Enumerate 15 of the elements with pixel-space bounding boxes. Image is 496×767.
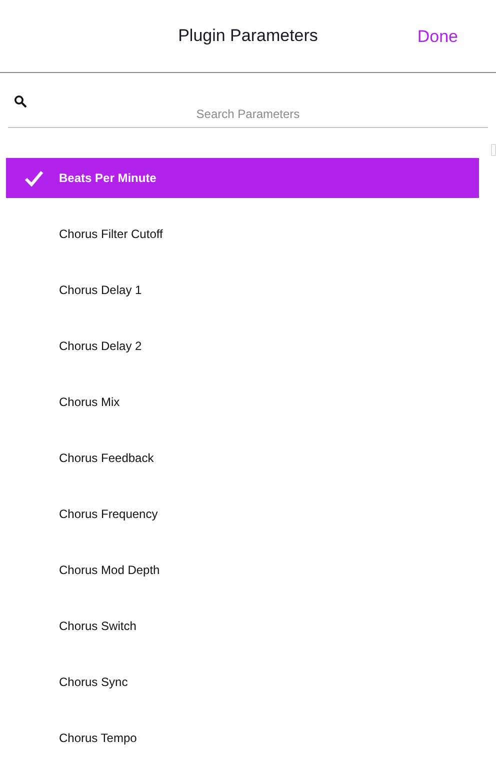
checkmark-icon (24, 168, 44, 188)
parameter-item[interactable]: Chorus Mod Depth (6, 550, 479, 590)
parameter-item[interactable]: Chorus Feedback (6, 438, 479, 478)
parameter-item[interactable]: Chorus Tempo (6, 718, 479, 758)
parameter-item[interactable]: Chorus Switch (6, 606, 479, 646)
parameter-item[interactable]: Chorus Sync (6, 662, 479, 702)
scroll-indicator (491, 144, 496, 156)
parameter-item[interactable]: Chorus Filter Cutoff (6, 214, 479, 254)
done-button[interactable]: Done (417, 24, 458, 50)
parameter-item[interactable]: Beats Per Minute (6, 158, 479, 198)
parameter-item[interactable]: Chorus Delay 2 (6, 326, 479, 366)
screen-title: Plugin Parameters (178, 25, 318, 48)
parameter-item[interactable]: Chorus Frequency (6, 494, 479, 534)
parameter-item[interactable]: Chorus Delay 1 (6, 270, 479, 310)
parameter-item[interactable]: Chorus Mix (6, 382, 479, 422)
